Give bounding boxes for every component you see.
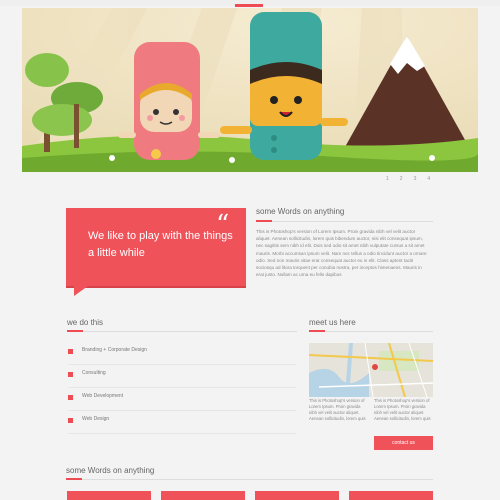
service-label: Web Design [82, 416, 110, 422]
service-label: Web Development [82, 393, 124, 399]
meet-title: meet us here [309, 318, 356, 327]
footer-divider [66, 478, 433, 480]
feature-card-4[interactable] [349, 491, 433, 500]
meet-divider [309, 330, 433, 332]
about-divider [256, 220, 433, 222]
slider-pagination: 1 2 3 4 [386, 176, 430, 182]
about-title: some Words on anything [256, 207, 345, 216]
quote-box: We like to play with the things a little… [66, 208, 246, 286]
service-item-web-development[interactable]: Web Development [68, 388, 296, 411]
quote-tail [74, 286, 88, 296]
plus-icon [68, 395, 73, 400]
service-item-consulting[interactable]: Consulting [68, 365, 296, 388]
feature-card-1[interactable] [67, 491, 151, 500]
hero-illustration [22, 8, 478, 172]
quote-mark-icon: “ [216, 210, 230, 240]
feature-card-3[interactable] [255, 491, 339, 500]
plus-icon [68, 418, 73, 423]
slider-page-4[interactable]: 4 [427, 176, 430, 182]
plus-icon [68, 349, 73, 354]
slider-page-2[interactable]: 2 [400, 176, 403, 182]
contact-us-button[interactable]: contact us [374, 436, 433, 450]
service-label: Branding + Corporate Design [82, 347, 147, 353]
meet-text-2: This is Photoshop's version of Lorem Ips… [374, 398, 431, 421]
services-divider [67, 330, 297, 332]
feature-card-2[interactable] [161, 491, 245, 500]
slider-page-1[interactable]: 1 [386, 176, 389, 182]
plus-icon [68, 372, 73, 377]
service-label: Consulting [82, 370, 106, 376]
footer-section-title: some Words on anything [66, 466, 155, 475]
meet-text-1: This is Photoshop's version of Lorem Ips… [309, 398, 366, 421]
slider-page-3[interactable]: 3 [414, 176, 417, 182]
about-text: This is Photoshop's version of Lorem Ips… [256, 229, 427, 278]
location-map[interactable] [309, 343, 433, 397]
service-item-branding[interactable]: Branding + Corporate Design [68, 342, 296, 365]
top-accent-mark [235, 4, 263, 7]
services-title: we do this [67, 318, 104, 327]
service-item-web-design[interactable]: Web Design [68, 411, 296, 434]
